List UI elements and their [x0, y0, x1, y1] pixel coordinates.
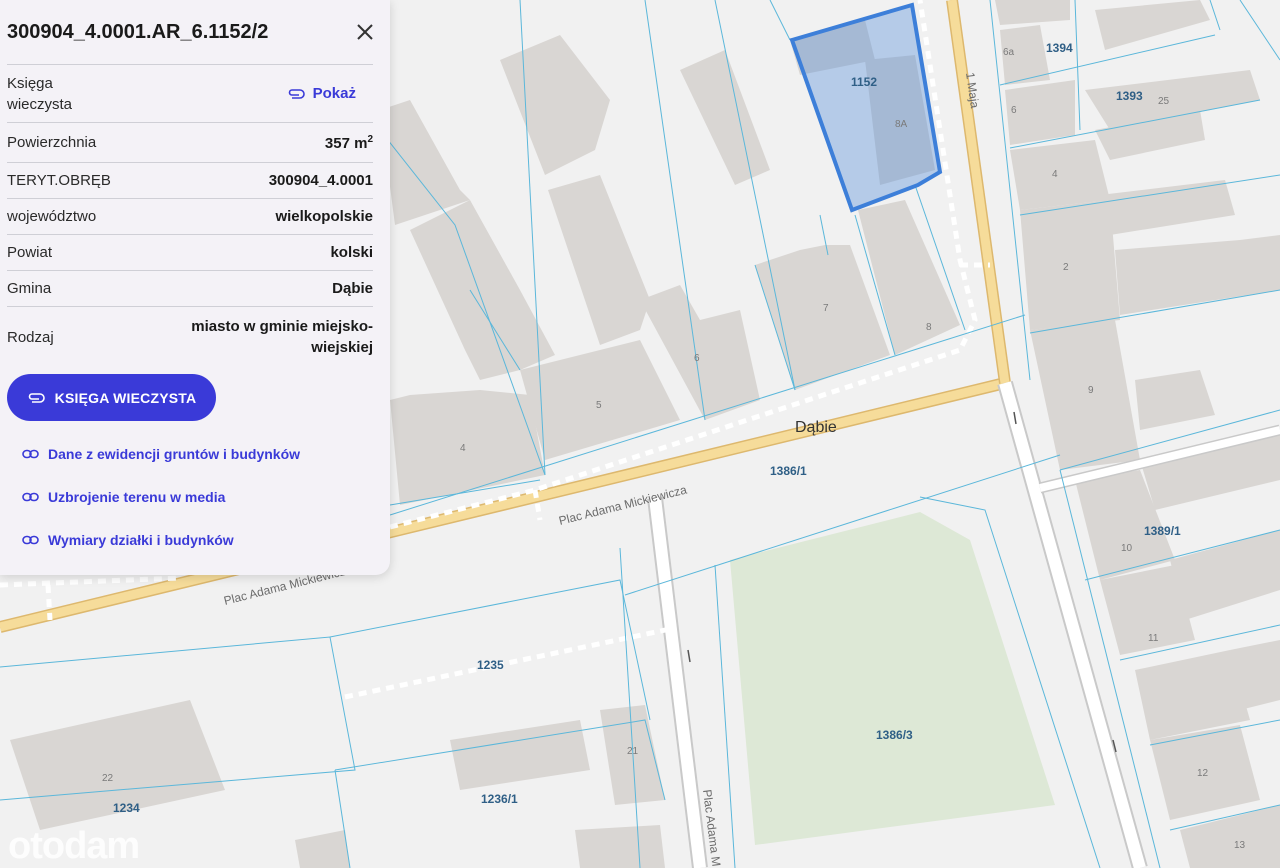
house-number: 7	[823, 303, 829, 314]
link-wymiary-dzialki[interactable]: Wymiary działki i budynków	[22, 532, 234, 548]
powierzchnia-value: 357 m2	[325, 134, 373, 152]
row-gmina: Gmina Dąbie	[7, 271, 373, 307]
house-number: 6	[1011, 105, 1017, 116]
wojewodztwo-label: województwo	[7, 208, 97, 225]
house-number: 25	[1158, 96, 1170, 107]
close-icon	[357, 24, 373, 40]
row-teryt: TERYT.OBRĘB 300904_4.0001	[7, 163, 373, 199]
house-number: 9	[1088, 385, 1094, 396]
powiat-label: Powiat	[7, 244, 53, 261]
row-powiat: Powiat kolski	[7, 235, 373, 271]
row-powierzchnia: Powierzchnia 357 m2	[7, 123, 373, 163]
parcel-label-1386-3: 1386/3	[876, 728, 913, 742]
link-dane-ewidencji[interactable]: Dane z ewidencji gruntów i budynków	[22, 446, 300, 462]
gmina-label: Gmina	[7, 280, 52, 297]
rodzaj-value: miasto w gminie miejsko-wiejskiej	[191, 318, 373, 356]
ksiega-wieczysta-button[interactable]: KSIĘGA WIECZYSTA	[7, 374, 216, 421]
house-number: 6	[694, 353, 700, 364]
link-label: Uzbrojenie terenu w media	[48, 489, 226, 505]
area-unit-exponent: 2	[367, 133, 373, 145]
house-number: 12	[1197, 768, 1209, 779]
close-button[interactable]	[351, 18, 379, 46]
parcel-label-1393: 1393	[1116, 89, 1143, 103]
house-number: 6a	[1003, 47, 1015, 58]
panel-header: 300904_4.0001.AR_6.1152/2	[7, 0, 373, 65]
area-number: 357 m	[324, 134, 368, 152]
parcel-label-1386-1: 1386/1	[770, 464, 807, 478]
row-rodzaj: Rodzaj miasto w gminie miejsko-wiejskiej	[7, 307, 373, 367]
paperclip-icon	[28, 392, 45, 403]
house-number: 4	[460, 443, 466, 454]
link-icon	[22, 449, 39, 459]
row-ksiega-wieczysta: Księga wieczysta Pokaż	[7, 65, 373, 123]
house-number: 10	[1121, 543, 1133, 554]
house-number: 11	[1148, 633, 1159, 644]
parcel-label-1389-1: 1389/1	[1144, 524, 1181, 538]
paperclip-icon	[288, 88, 305, 99]
ksiega-label: Księga wieczysta	[7, 74, 73, 113]
house-number: 13	[1234, 840, 1246, 851]
parcel-info-panel: 300904_4.0001.AR_6.1152/2 Księga wieczys…	[0, 0, 390, 575]
parcel-label-1234: 1234	[113, 801, 140, 815]
link-icon	[22, 492, 39, 502]
parcel-label-1152: 1152	[851, 75, 877, 89]
gmina-value: Dąbie	[332, 280, 373, 297]
parcel-label-1236-1: 1236/1	[481, 792, 518, 806]
house-number: 2	[1063, 262, 1069, 273]
house-number: 8A	[895, 119, 908, 130]
house-number: 4	[1052, 169, 1058, 180]
parcel-label-1394: 1394	[1046, 41, 1073, 55]
link-label: Wymiary działki i budynków	[48, 532, 234, 548]
parcel-label-1235: 1235	[477, 658, 504, 672]
row-wojewodztwo: województwo wielkopolskie	[7, 199, 373, 235]
link-uzbrojenie-terenu[interactable]: Uzbrojenie terenu w media	[22, 489, 225, 505]
parcel-id-title: 300904_4.0001.AR_6.1152/2	[7, 20, 269, 43]
pokaz-link[interactable]: Pokaż	[287, 85, 356, 102]
ksiega-wieczysta-button-label: KSIĘGA WIECZYSTA	[54, 389, 197, 406]
otodam-watermark-logo: otodam	[8, 825, 139, 867]
rodzaj-label: Rodzaj	[7, 328, 54, 346]
powierzchnia-label: Powierzchnia	[7, 134, 97, 151]
place-label-dabie: Dąbie	[795, 419, 837, 436]
pokaz-label: Pokaż	[312, 85, 356, 102]
teryt-label: TERYT.OBRĘB	[7, 172, 111, 189]
link-icon	[22, 535, 39, 545]
wojewodztwo-value: wielkopolskie	[275, 208, 373, 225]
teryt-value: 300904_4.0001	[268, 172, 373, 189]
house-number: 8	[926, 322, 932, 333]
link-label: Dane z ewidencji gruntów i budynków	[48, 446, 301, 462]
house-number: 22	[102, 773, 114, 784]
house-number: 5	[596, 400, 602, 411]
house-number: 21	[627, 746, 639, 757]
powiat-value: kolski	[330, 244, 373, 261]
